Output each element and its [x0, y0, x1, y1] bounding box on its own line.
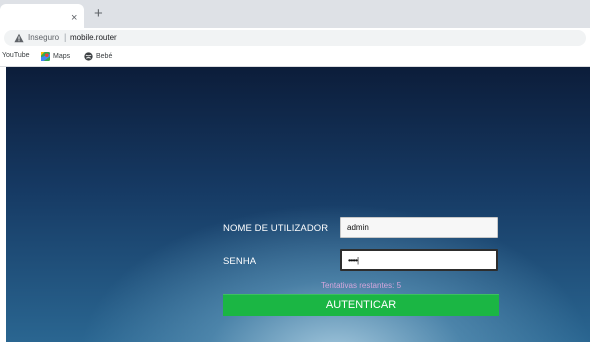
warning-icon[interactable]: [14, 33, 24, 43]
username-input[interactable]: [340, 217, 498, 238]
bookmark-label: YouTube: [2, 52, 30, 59]
maps-icon: [41, 52, 50, 61]
bookmarks-bar: YouTube Maps Bebé: [0, 48, 590, 67]
address-bar: Inseguro | mobile.router: [0, 28, 590, 48]
new-tab-icon[interactable]: +: [94, 6, 103, 21]
login-page: NOME DE UTILIZADOR SENHA Tentativas rest…: [6, 67, 590, 342]
globe-icon: [84, 52, 93, 61]
username-label: NOME DE UTILIZADOR: [223, 223, 329, 234]
remaining-attempts-text: Tentativas restantes: 5: [320, 281, 402, 290]
address-separator: |: [64, 32, 67, 42]
tab-close-icon[interactable]: ×: [71, 13, 77, 24]
security-status[interactable]: Inseguro: [28, 33, 59, 42]
password-input[interactable]: [340, 249, 498, 271]
active-tab[interactable]: ×: [0, 4, 84, 28]
authenticate-button[interactable]: AUTENTICAR: [223, 294, 499, 316]
password-label: SENHA: [223, 256, 257, 267]
bookmark-label: Bebé: [96, 53, 113, 60]
bookmark-maps[interactable]: Maps: [41, 52, 70, 61]
url-text[interactable]: mobile.router: [70, 33, 117, 42]
bookmark-youtube[interactable]: YouTube: [2, 52, 30, 59]
tab-strip: × +: [0, 0, 590, 28]
bookmark-bebe[interactable]: Bebé: [84, 52, 112, 61]
omnibox[interactable]: Inseguro | mobile.router: [4, 30, 586, 46]
bookmark-label: Maps: [53, 53, 71, 60]
